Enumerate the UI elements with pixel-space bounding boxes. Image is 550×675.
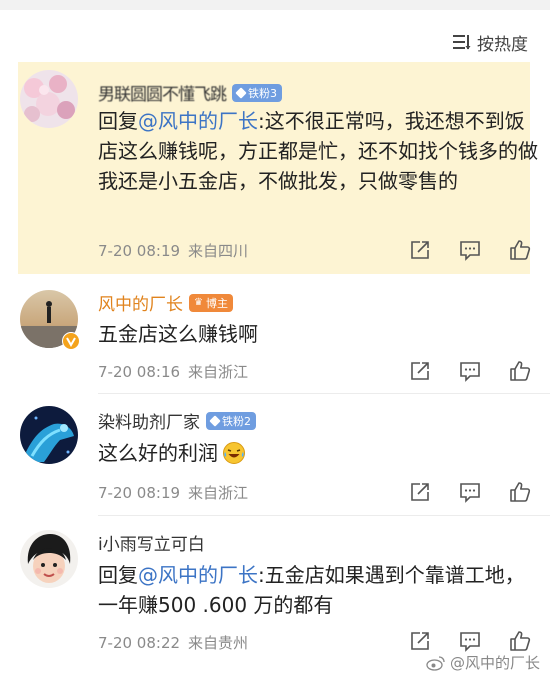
comment-item: 染料助剂厂家 铁粉2 这么好的利润 7-20 08:19 来自浙江: [0, 402, 550, 516]
sort-by-hot-button[interactable]: 按热度: [453, 30, 528, 55]
username[interactable]: 风中的厂长: [98, 290, 183, 315]
mention-link[interactable]: @风中的厂长: [138, 563, 258, 587]
comment-icon[interactable]: [458, 629, 482, 653]
comment-icon[interactable]: [458, 359, 482, 383]
comment-time: 7-20 08:19: [98, 242, 181, 260]
top-strip: [0, 0, 550, 10]
comment-location: 来自四川: [188, 242, 249, 260]
comment-location: 来自浙江: [188, 363, 249, 381]
avatar[interactable]: [20, 406, 78, 464]
share-icon[interactable]: [408, 629, 432, 653]
divider: [98, 393, 550, 394]
verified-v-icon: [62, 332, 80, 350]
comment-body: 这么好的利润: [98, 441, 218, 465]
crown-icon: ♛: [194, 297, 203, 308]
comment-time: 7-20 08:22: [98, 634, 181, 652]
comment-location: 来自浙江: [188, 484, 249, 502]
reply-prefix: 回复: [98, 109, 138, 133]
comment-time: 7-20 08:19: [98, 484, 181, 502]
comment-meta: 7-20 08:19 来自四川: [98, 240, 248, 261]
share-icon[interactable]: [408, 238, 432, 262]
like-icon[interactable]: [508, 359, 532, 383]
reply-prefix: 回复: [98, 563, 138, 587]
username[interactable]: 男联圆圆不懂飞跳: [98, 80, 227, 105]
comment-actions: [408, 629, 532, 653]
avatar[interactable]: [20, 530, 78, 588]
comment-actions: [408, 359, 532, 383]
comment-location: 来自贵州: [188, 634, 249, 652]
badge-label: 博主: [205, 296, 228, 310]
fan-badge: 铁粉3: [232, 83, 282, 102]
comment-body: 五金店这么赚钱啊: [98, 322, 258, 346]
badge-label: 铁粉3: [248, 86, 277, 100]
comment-icon[interactable]: [458, 238, 482, 262]
comment-meta: 7-20 08:19 来自浙江: [98, 482, 248, 503]
username-row: 男联圆圆不懂飞跳 铁粉3: [98, 80, 282, 105]
share-icon[interactable]: [408, 359, 432, 383]
sort-lines-icon: [453, 35, 471, 50]
username[interactable]: 染料助剂厂家: [98, 408, 200, 433]
comment-actions: [408, 480, 532, 504]
comment-text: 五金店这么赚钱啊: [98, 319, 538, 349]
username[interactable]: i小雨写立可白: [98, 530, 205, 555]
fan-badge: 铁粉2: [206, 411, 256, 430]
mention-link[interactable]: @风中的厂长: [138, 109, 258, 133]
comment-meta: 7-20 08:16 来自浙江: [98, 361, 248, 382]
like-icon[interactable]: [508, 629, 532, 653]
diamond-icon: [209, 414, 221, 427]
username-row: 染料助剂厂家 铁粉2: [98, 408, 256, 433]
comment-text: 回复@风中的厂长:五金店如果遇到个靠谱工地，一年赚500 .600 万的都有: [98, 560, 538, 620]
username-row: 风中的厂长 ♛ 博主: [98, 290, 233, 315]
comment-item: 男联圆圆不懂飞跳 铁粉3 回复@风中的厂长:这不很正常吗，我还想不到饭店这么赚钱…: [0, 62, 550, 274]
host-badge: ♛ 博主: [189, 293, 233, 312]
username-row: i小雨写立可白: [98, 530, 205, 555]
comment-actions: [408, 238, 532, 262]
like-icon[interactable]: [508, 480, 532, 504]
avatar[interactable]: [20, 70, 78, 128]
divider: [98, 515, 550, 516]
laugh-cry-emoji: [223, 442, 245, 464]
comment-item: 风中的厂长 ♛ 博主 五金店这么赚钱啊 7-20 08:16 来自浙江: [0, 282, 550, 394]
comment-item: i小雨写立可白 回复@风中的厂长:五金店如果遇到个靠谱工地，一年赚500 .60…: [0, 524, 550, 654]
diamond-icon: [235, 86, 247, 99]
watermark: @风中的厂长: [426, 652, 540, 673]
badge-label: 铁粉2: [222, 414, 251, 428]
comment-text: 回复@风中的厂长:这不很正常吗，我还想不到饭店这么赚钱呢，方正都是忙，还不如找个…: [98, 106, 538, 196]
comment-text: 这么好的利润: [98, 438, 538, 468]
watermark-text: @风中的厂长: [449, 654, 540, 672]
weibo-logo-icon: [426, 655, 445, 671]
comment-icon[interactable]: [458, 480, 482, 504]
share-icon[interactable]: [408, 480, 432, 504]
comment-meta: 7-20 08:22 来自贵州: [98, 632, 248, 653]
comment-time: 7-20 08:16: [98, 363, 181, 381]
sort-label: 按热度: [477, 34, 528, 55]
like-icon[interactable]: [508, 238, 532, 262]
